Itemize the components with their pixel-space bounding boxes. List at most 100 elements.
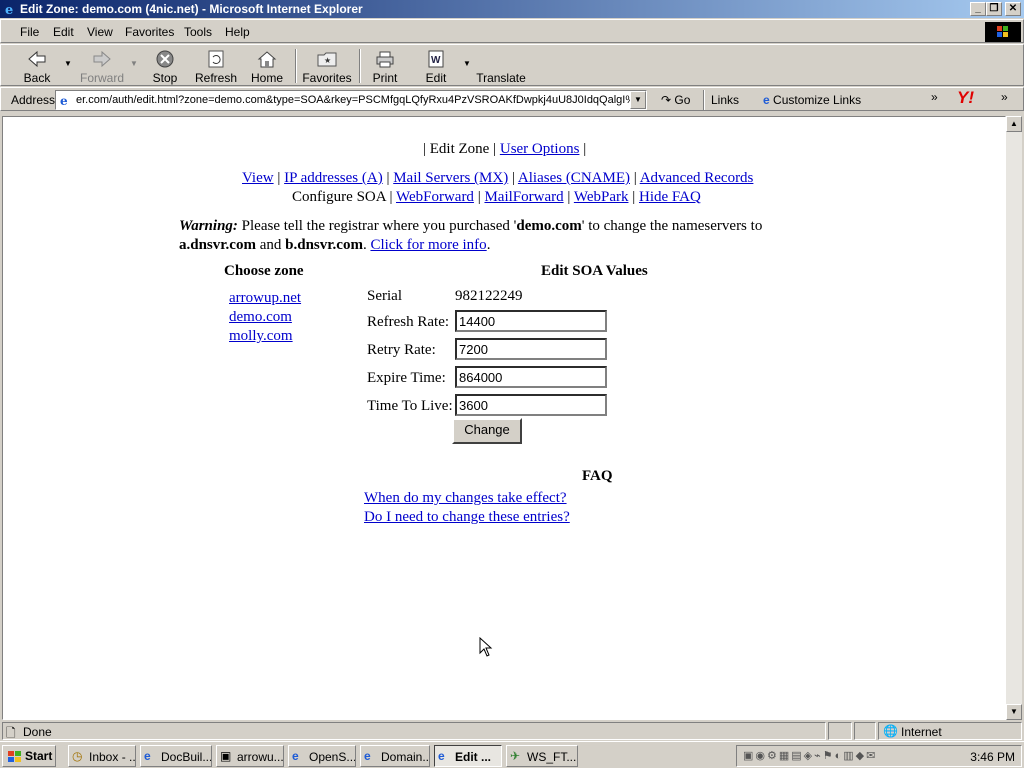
- taskbar: Start ◷ Inbox - ... e DocBuil... ▣ arrowu..…: [0, 741, 1024, 768]
- toolbar-chevron[interactable]: »: [1001, 90, 1008, 104]
- refresh-rate-input[interactable]: [455, 310, 607, 332]
- edit-soa-heading: Edit SOA Values: [541, 263, 648, 279]
- ie-page-icon: e: [292, 749, 299, 763]
- warning-label: Warning:: [179, 218, 238, 234]
- more-info-link[interactable]: Click for more info: [370, 237, 486, 253]
- minimize-button[interactable]: _: [970, 2, 986, 16]
- mailforward-link[interactable]: MailForward: [484, 189, 563, 205]
- faq-heading: FAQ: [582, 468, 613, 484]
- retry-rate-input[interactable]: [455, 338, 607, 360]
- print-button[interactable]: Print: [367, 47, 403, 85]
- home-button[interactable]: Home: [247, 47, 287, 85]
- change-button[interactable]: Change: [452, 418, 522, 444]
- menu-tools[interactable]: Tools: [184, 25, 212, 39]
- scroll-down-icon[interactable]: ▼: [1006, 704, 1022, 720]
- zone-link-demo[interactable]: demo.com: [229, 309, 292, 326]
- back-button[interactable]: Back: [13, 47, 61, 85]
- go-button[interactable]: ↷ Go: [661, 93, 690, 107]
- ftp-icon: ✈: [510, 749, 521, 763]
- menu-edit[interactable]: Edit: [53, 25, 74, 39]
- webpark-link[interactable]: WebPark: [574, 189, 629, 205]
- favorites-folder-icon: ★: [317, 52, 337, 67]
- edit-dropdown-icon[interactable]: ▼: [463, 59, 471, 68]
- security-zone: Internet: [901, 725, 942, 739]
- scroll-up-icon[interactable]: ▲: [1006, 116, 1022, 132]
- status-pane: [854, 722, 876, 740]
- close-button[interactable]: ✕: [1005, 2, 1021, 16]
- toolbar: Back ▼ Forward ▼ Stop Refresh Home ★ Fav…: [0, 44, 1024, 86]
- status-bar: 🗋 Done 🌐 Internet: [0, 721, 1024, 741]
- yahoo-logo-icon[interactable]: Y!: [957, 88, 974, 108]
- refresh-button[interactable]: Refresh: [193, 47, 239, 85]
- choose-zone-heading: Choose zone: [224, 263, 304, 279]
- task-docbuilder[interactable]: e DocBuil...: [140, 745, 212, 767]
- refresh-icon: [208, 50, 224, 68]
- stop-button[interactable]: Stop: [147, 47, 183, 85]
- ttl-input[interactable]: [455, 394, 607, 416]
- ip-addresses-link[interactable]: IP addresses (A): [284, 170, 383, 186]
- view-link[interactable]: View: [242, 170, 274, 186]
- status-text: Done: [23, 725, 52, 739]
- terminal-icon: ▣: [220, 749, 232, 763]
- title-bar[interactable]: e Edit Zone: demo.com (4nic.net) - Micro…: [0, 0, 1024, 18]
- links-button[interactable]: Links: [711, 93, 739, 107]
- globe-icon: 🌐: [883, 724, 898, 738]
- menu-favorites[interactable]: Favorites: [125, 25, 174, 39]
- task-ws-ftp[interactable]: ✈ WS_FT...: [506, 745, 578, 767]
- tray-icons[interactable]: ▣◉⚙▦▤◈⌁⚑◐▥◆✉: [743, 749, 877, 762]
- task-arrowup[interactable]: ▣ arrowu...: [216, 745, 284, 767]
- links-chevron[interactable]: »: [931, 90, 938, 104]
- menu-view[interactable]: View: [87, 25, 113, 39]
- nameserver-1: a.dnsvr.com: [179, 237, 256, 253]
- ttl-label: Time To Live:: [367, 398, 453, 414]
- svg-text:★: ★: [324, 56, 331, 65]
- edit-button[interactable]: W Edit: [419, 47, 453, 85]
- ie-page-icon: e: [364, 749, 371, 763]
- webforward-link[interactable]: WebForward: [396, 189, 474, 205]
- zone-link-arrowup[interactable]: arrowup.net: [229, 290, 301, 307]
- forward-dropdown-icon[interactable]: ▼: [130, 59, 138, 68]
- maximize-button[interactable]: ❐: [986, 2, 1002, 16]
- start-button[interactable]: Start: [2, 745, 56, 767]
- expire-time-input[interactable]: [455, 366, 607, 388]
- task-opens[interactable]: e OpenS...: [288, 745, 356, 767]
- top-nav: | Edit Zone | User Options |: [423, 141, 587, 157]
- mail-servers-link[interactable]: Mail Servers (MX): [393, 170, 508, 186]
- page-icon: e: [763, 93, 770, 107]
- go-arrow-icon: ↷: [661, 93, 672, 107]
- page-icon: e: [60, 94, 68, 107]
- zone-link-molly[interactable]: molly.com: [229, 328, 293, 345]
- address-dropdown-icon[interactable]: ▼: [630, 91, 646, 109]
- aliases-link[interactable]: Aliases (CNAME): [518, 170, 630, 186]
- favorites-button[interactable]: ★ Favorites: [301, 47, 353, 85]
- edit-document-icon: W: [428, 50, 444, 68]
- customize-links-button[interactable]: e Customize Links: [763, 93, 861, 107]
- forward-arrow-icon: [93, 50, 111, 68]
- svg-text:e: e: [5, 3, 13, 16]
- hide-faq-link[interactable]: Hide FAQ: [639, 189, 701, 205]
- address-input[interactable]: e er.com/auth/edit.html?zone=demo.com&ty…: [55, 90, 647, 110]
- serial-value: 982122249: [455, 288, 523, 304]
- forward-button[interactable]: Forward: [77, 47, 127, 85]
- clock[interactable]: 3:46 PM: [970, 750, 1015, 764]
- menu-file[interactable]: File: [20, 25, 39, 39]
- zone-nav-row2: Configure SOA | WebForward | MailForward…: [292, 189, 701, 205]
- vertical-scrollbar[interactable]: ▲ ▼: [1006, 116, 1022, 720]
- svg-text:W: W: [431, 55, 441, 66]
- advanced-records-link[interactable]: Advanced Records: [640, 170, 754, 186]
- user-options-link[interactable]: User Options: [500, 141, 580, 157]
- refresh-rate-label: Refresh Rate:: [367, 314, 450, 330]
- nameserver-2: b.dnsvr.com: [285, 237, 363, 253]
- faq-link-changes-effect[interactable]: When do my changes take effect?: [364, 490, 567, 507]
- task-inbox[interactable]: ◷ Inbox - ...: [68, 745, 136, 767]
- configure-soa-current: Configure SOA: [292, 189, 386, 205]
- warning-line2: a.dnsvr.com and b.dnsvr.com. Click for m…: [179, 237, 491, 253]
- task-edit-zone[interactable]: e Edit ...: [434, 745, 502, 767]
- faq-link-change-entries[interactable]: Do I need to change these entries?: [364, 509, 570, 526]
- menu-help[interactable]: Help: [225, 25, 250, 39]
- back-dropdown-icon[interactable]: ▼: [64, 59, 72, 68]
- translate-button[interactable]: Translate: [475, 47, 527, 85]
- task-domain[interactable]: e Domain...: [360, 745, 430, 767]
- printer-icon: [376, 51, 394, 68]
- zone-nav-row1: View | IP addresses (A) | Mail Servers (…: [242, 170, 754, 186]
